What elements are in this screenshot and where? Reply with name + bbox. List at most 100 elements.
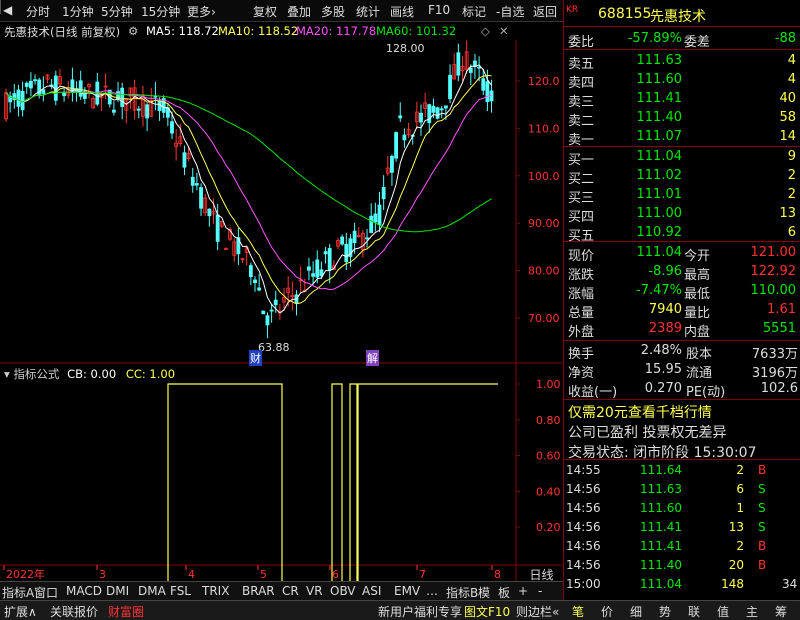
bid-volume: 2 — [787, 187, 796, 202]
weibi-label: 委比 — [568, 35, 595, 50]
indicator-tab[interactable]: DMI — [106, 584, 129, 598]
diejia-button[interactable]: 叠加 — [287, 3, 311, 20]
stat-value: 3196万 — [751, 366, 798, 381]
indicator-arrow-icon[interactable]: ▾ — [4, 367, 10, 381]
indicator-tab[interactable]: EMV — [394, 584, 420, 598]
back-button[interactable]: 返回 — [533, 3, 557, 20]
candle-body — [485, 81, 490, 103]
promo-text[interactable]: 仅需20元查看千档行情 — [568, 402, 712, 422]
quote-tab[interactable]: 值 — [717, 603, 729, 620]
tick-time: 14:55 — [566, 463, 601, 477]
bid-label: 买四 — [568, 210, 595, 225]
indicator-tab[interactable]: TRIX — [202, 584, 229, 598]
indicator-tab[interactable]: 窗口 — [34, 584, 58, 601]
duogu-button[interactable]: 多股 — [321, 3, 345, 20]
tick-volume: 6 — [736, 482, 744, 496]
period-tab-label[interactable]: 日线 — [520, 566, 563, 582]
stat-value: 15.95 — [644, 362, 682, 377]
stat-label: 量比 — [684, 306, 711, 321]
candle-body — [398, 115, 403, 119]
bid-row: 买一 111.04 9 — [564, 148, 800, 168]
bottom-link[interactable]: 关联报价 — [50, 603, 98, 620]
fuquan-button[interactable]: 复权 — [253, 3, 277, 20]
notice-text: 公司已盈利 投票权无差异 — [568, 425, 727, 441]
candle-body — [153, 95, 158, 98]
bottom-link[interactable]: 则边栏« — [516, 603, 559, 620]
bottom-link[interactable]: 扩展∧ — [4, 603, 37, 620]
ask-price: 111.41 — [636, 91, 683, 106]
ask-label: 卖四 — [568, 76, 595, 91]
indicator-tab[interactable]: MACD — [66, 584, 102, 598]
quote-tab[interactable]: 联 — [688, 603, 700, 620]
ask-label: 卖三 — [568, 95, 595, 110]
huaxian-button[interactable]: 画线 — [390, 3, 414, 20]
ma20-line — [5, 90, 492, 291]
cai-marker[interactable]: 财 — [249, 350, 262, 366]
quote-tab[interactable]: 筹 — [775, 603, 787, 620]
panel-divider — [564, 26, 800, 27]
time-tick-label: 7 — [419, 568, 426, 581]
tick-count: 34 — [782, 577, 798, 591]
close-icon[interactable]: ✕ — [499, 24, 509, 38]
promo-row[interactable]: 仅需20元查看千档行情 — [564, 401, 800, 422]
ask-price: 111.07 — [636, 129, 683, 144]
ma60-line — [5, 91, 492, 233]
kr-badge: KR — [566, 5, 579, 15]
candle-body — [402, 134, 407, 141]
bottom-link[interactable]: 图文F10 — [464, 603, 510, 620]
indicator-tab[interactable]: 模 — [478, 584, 490, 601]
quote-tab[interactable]: 笔 — [572, 603, 584, 620]
candle-body — [373, 213, 378, 223]
candle-body — [365, 237, 369, 240]
menu-dropdown-icon[interactable]: ◀ — [3, 3, 12, 17]
indicator-tab[interactable]: DMA — [138, 584, 166, 598]
indicator-tab[interactable]: BRAR — [242, 584, 275, 598]
indicator-tab[interactable]: VR — [306, 584, 323, 598]
tick-row: 14:56 111.41 13 S — [564, 519, 800, 537]
bottom-status-bar: 扩展∧ 关联报价 财富圈 新用户福利专享 图文F10 则边栏« 笔价细势联值主筹 — [0, 600, 800, 620]
indicator-tab[interactable]: 指标A — [2, 584, 34, 601]
diamond-icon[interactable]: ◇ — [481, 24, 490, 38]
stat-value: 2389 — [648, 321, 682, 336]
tab-5min[interactable]: 5分钟 — [101, 3, 133, 20]
tongji-button[interactable]: 统计 — [356, 3, 380, 20]
candle-body — [215, 214, 220, 242]
stat-row: 外盘 2389 内盘 5551 — [564, 320, 800, 340]
candle-body — [16, 89, 21, 107]
biaoji-button[interactable]: 标记 — [462, 3, 486, 20]
bid-price: 111.04 — [636, 149, 683, 164]
indicator-tab[interactable]: ASI — [362, 584, 381, 598]
candle-body — [319, 269, 324, 277]
candle-body — [456, 52, 461, 76]
indicator-tab[interactable]: 指标B — [446, 584, 478, 601]
settings-gear-icon[interactable]: ⚙ — [128, 24, 138, 38]
quote-tab[interactable]: 细 — [630, 603, 642, 620]
indicator-tab[interactable]: OBV — [330, 584, 356, 598]
candle-body — [28, 80, 33, 89]
quote-tab[interactable]: 价 — [601, 603, 613, 620]
price-tick-label: 110.0 — [528, 122, 560, 135]
f10-button[interactable]: F10 — [428, 3, 450, 17]
indicator-tab[interactable]: - — [538, 584, 542, 598]
indicator-tab[interactable]: + — [518, 584, 528, 598]
tab-1min[interactable]: 1分钟 — [62, 3, 94, 20]
quote-tab[interactable]: 主 — [746, 603, 758, 620]
bottom-link[interactable]: 财富圈 — [108, 603, 144, 620]
time-tick-label: 5 — [260, 568, 267, 581]
bid-row: 买二 111.02 2 — [564, 167, 800, 187]
candle-body — [112, 109, 116, 113]
tick-volume: 20 — [728, 558, 744, 572]
ask-price: 111.40 — [636, 110, 683, 125]
indicator-tab[interactable]: FSL — [170, 584, 191, 598]
zixuan-button[interactable]: -自选 — [496, 3, 524, 20]
indicator-tab[interactable]: CR — [282, 584, 299, 598]
kline-chart-area[interactable]: 120.0 110.0 100.0 90.00 80.00 70.00 1.00 0.80 0.… — [0, 40, 563, 581]
jie-marker[interactable]: 解 — [366, 350, 379, 366]
bottom-link[interactable]: 新用户福利专享 — [378, 603, 462, 620]
tab-15min[interactable]: 15分钟 — [141, 3, 180, 20]
quote-tab[interactable]: 势 — [659, 603, 671, 620]
tab-fenshi[interactable]: 分时 — [26, 3, 50, 20]
tab-more[interactable]: 更多› — [187, 3, 216, 20]
indicator-tab[interactable]: … — [426, 584, 438, 598]
indicator-tab[interactable]: 板 — [498, 584, 510, 601]
